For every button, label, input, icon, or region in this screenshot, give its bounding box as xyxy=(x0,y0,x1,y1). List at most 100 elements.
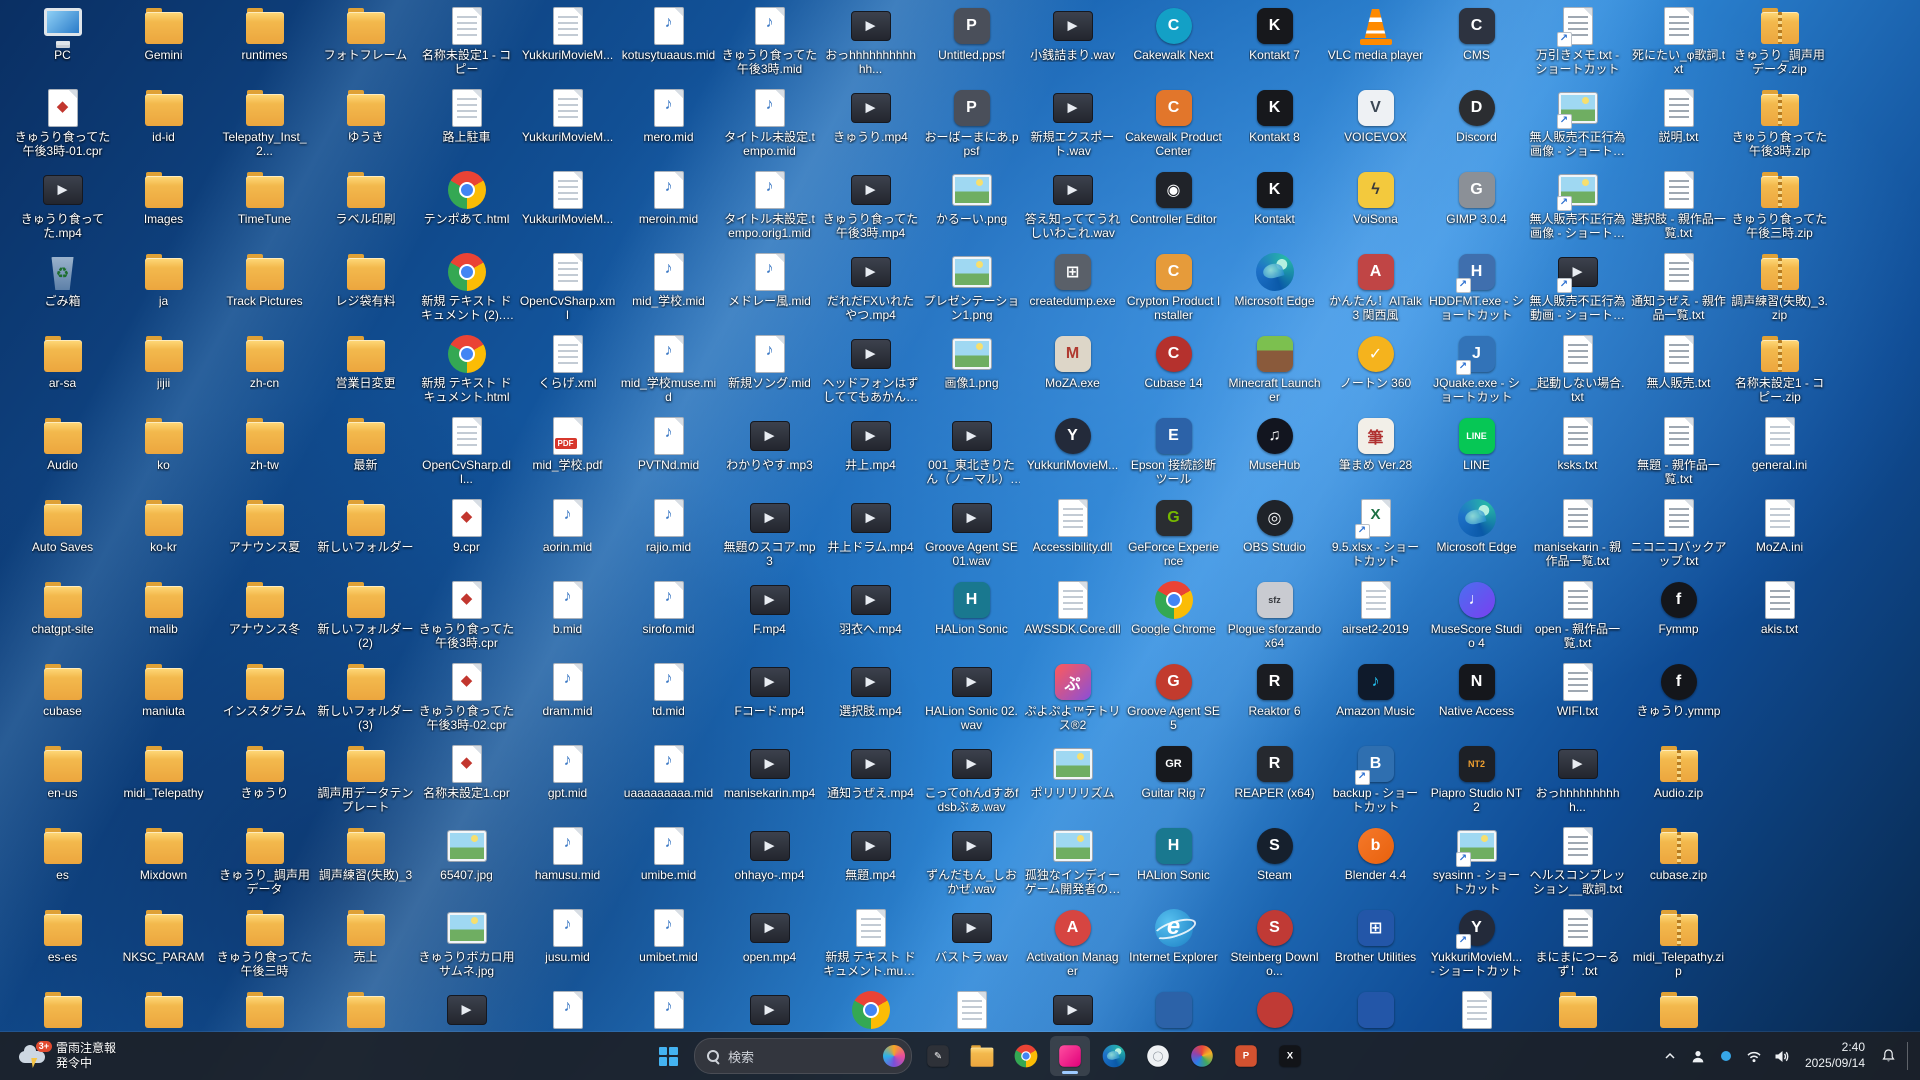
taskbar-app-white-circle-app[interactable]: ◯ xyxy=(1138,1036,1178,1076)
desktop-icon[interactable]: Audio xyxy=(12,414,113,496)
desktop-icon[interactable]: akis.txt xyxy=(1729,578,1830,660)
desktop-icon[interactable]: ko xyxy=(113,414,214,496)
desktop-icon[interactable]: Audio.zip xyxy=(1628,742,1729,824)
desktop-icon[interactable]: 新規ソング.mid xyxy=(719,332,820,414)
desktop-icon[interactable]: open.mp4 xyxy=(719,906,820,988)
desktop-icon[interactable]: ↗無人販売不正行為画像 - ショートカット xyxy=(1527,168,1628,250)
desktop-icon[interactable]: アナウンス夏 xyxy=(214,496,315,578)
desktop-icon[interactable]: Google Chrome xyxy=(1123,578,1224,660)
desktop-icon[interactable]: HHALion Sonic xyxy=(1123,824,1224,906)
desktop-icon[interactable]: open - 親作品一覧.txt xyxy=(1527,578,1628,660)
desktop-icon[interactable]: malib xyxy=(113,578,214,660)
desktop-icon[interactable]: CCubase 14 xyxy=(1123,332,1224,414)
desktop-icon[interactable]: Pおーばーまにあ.ppsf xyxy=(921,86,1022,168)
desktop-icon[interactable]: MoZA.ini xyxy=(1729,496,1830,578)
desktop-icon[interactable]: GGeForce Experience xyxy=(1123,496,1224,578)
desktop-icon[interactable]: ポリリリリズム xyxy=(1022,742,1123,824)
desktop-icon[interactable]: manisekarin.mp4 xyxy=(719,742,820,824)
desktop-icon[interactable]: 答え知っててうれしいわこれ.wav xyxy=(1022,168,1123,250)
desktop-icon[interactable]: Track Pictures xyxy=(214,250,315,332)
desktop-icon[interactable]: きゅうり食ってた午後3時-01.cpr xyxy=(12,86,113,168)
desktop-icon[interactable]: 名称未設定1.cpr xyxy=(416,742,517,824)
desktop-icon[interactable]: レジ袋有料 xyxy=(315,250,416,332)
desktop-icon[interactable]: 9.cpr xyxy=(416,496,517,578)
show-desktop-button[interactable] xyxy=(1907,1042,1914,1070)
desktop-icon[interactable]: es xyxy=(12,824,113,906)
taskbar-app-x-app[interactable]: X xyxy=(1270,1036,1310,1076)
desktop-icon[interactable]: ヘルスコンプレッション__歌詞.txt xyxy=(1527,824,1628,906)
desktop-icon[interactable]: RReaktor 6 xyxy=(1224,660,1325,742)
desktop-icon[interactable]: KKontakt xyxy=(1224,168,1325,250)
desktop-icon[interactable]: Accessibility.dll xyxy=(1022,496,1123,578)
user-tray-icon[interactable] xyxy=(1689,1046,1707,1066)
desktop-icon[interactable]: ↗9.5.xlsx - ショートカット xyxy=(1325,496,1426,578)
desktop-icon[interactable]: 新しいフォルダー (3) xyxy=(315,660,416,742)
desktop-icon[interactable]: 新しいフォルダー (2) xyxy=(315,578,416,660)
desktop-icon[interactable]: 無人販売.txt xyxy=(1628,332,1729,414)
desktop-icon[interactable]: CCMS xyxy=(1426,4,1527,86)
desktop-icon[interactable]: es-es xyxy=(12,906,113,988)
desktop-icon[interactable]: バストラ.wav xyxy=(921,906,1022,988)
desktop-icon[interactable] xyxy=(113,988,214,1032)
desktop-icon[interactable]: en-us xyxy=(12,742,113,824)
desktop-icon[interactable]: KKontakt 7 xyxy=(1224,4,1325,86)
desktop-icon[interactable]: MMoZA.exe xyxy=(1022,332,1123,414)
desktop-icon[interactable]: ko-kr xyxy=(113,496,214,578)
clock[interactable]: 2:40 2025/09/14 xyxy=(1801,1040,1869,1071)
desktop-icon[interactable]: F.mp4 xyxy=(719,578,820,660)
desktop-icon[interactable]: ずんだもん_しおかぜ.wav xyxy=(921,824,1022,906)
desktop-icon[interactable]: ラベル印刷 xyxy=(315,168,416,250)
desktop-icon[interactable]: おっhhhhhhhhhhhh... xyxy=(820,4,921,86)
desktop-icon[interactable] xyxy=(315,988,416,1032)
desktop-icon[interactable]: 無題.mp4 xyxy=(820,824,921,906)
desktop-icon[interactable]: chatgpt-site xyxy=(12,578,113,660)
desktop-icon[interactable]: ニコニコバックアップ.txt xyxy=(1628,496,1729,578)
desktop-icon[interactable]: ↗無人販売不正行為画像 - ショートカッ... xyxy=(1527,86,1628,168)
desktop-icon[interactable]: 新規 テキスト ドキュメント (2).html xyxy=(416,250,517,332)
desktop-icon[interactable]: J↗JQuake.exe - ショートカット xyxy=(1426,332,1527,414)
desktop-icon[interactable]: LINELINE xyxy=(1426,414,1527,496)
desktop-icon[interactable]: rajio.mid xyxy=(618,496,719,578)
desktop-icon[interactable]: きゅうり食ってた午後3時.mid xyxy=(719,4,820,86)
desktop-icon[interactable]: 路上駐車 xyxy=(416,86,517,168)
desktop-icon[interactable]: かるーい.png xyxy=(921,168,1022,250)
desktop-icon[interactable]: ↗万引きメモ.txt - ショートカット xyxy=(1527,4,1628,86)
desktop-icon[interactable]: CCrypton Product Installer xyxy=(1123,250,1224,332)
status-dot-icon[interactable] xyxy=(1717,1046,1735,1066)
desktop-wallpaper[interactable]: { "weather": {"badge": "3+", "line1": "雷… xyxy=(0,0,1920,1080)
desktop-icon[interactable]: CCakewalk Next xyxy=(1123,4,1224,86)
desktop-icon[interactable]: 孤独なインディーゲーム開発者の一生... xyxy=(1022,824,1123,906)
desktop-icon[interactable]: 売上 xyxy=(315,906,416,988)
desktop-icon[interactable]: ◉Controller Editor xyxy=(1123,168,1224,250)
desktop-icon[interactable]: SSteam xyxy=(1224,824,1325,906)
desktop-icon[interactable]: ぷぷよぷよ™テトリス®2 xyxy=(1022,660,1123,742)
taskbar-app-chrome-browser[interactable] xyxy=(1006,1036,1046,1076)
desktop-icon[interactable]: GGIMP 3.0.4 xyxy=(1426,168,1527,250)
desktop-icon[interactable] xyxy=(1123,988,1224,1032)
desktop-icon[interactable]: NNative Access xyxy=(1426,660,1527,742)
desktop-icon[interactable] xyxy=(12,988,113,1032)
desktop-icon[interactable]: アナウンス冬 xyxy=(214,578,315,660)
notifications-bell-icon[interactable] xyxy=(1879,1046,1897,1066)
taskbar-app-edge-browser[interactable] xyxy=(1094,1036,1134,1076)
desktop-icon[interactable]: RREAPER (x64) xyxy=(1224,742,1325,824)
desktop-icon[interactable]: Mixdown xyxy=(113,824,214,906)
desktop-icon[interactable]: id-id xyxy=(113,86,214,168)
desktop-icon[interactable] xyxy=(1527,988,1628,1032)
desktop-icon[interactable]: 井上ドラム.mp4 xyxy=(820,496,921,578)
desktop-icon[interactable]: mid_学校.pdf xyxy=(517,414,618,496)
desktop-icon[interactable]: EEpson 接続診断ツール xyxy=(1123,414,1224,496)
desktop-icon[interactable]: ⊞createdump.exe xyxy=(1022,250,1123,332)
desktop-icon[interactable]: fFymmp xyxy=(1628,578,1729,660)
desktop-icon[interactable]: 無題のスコア.mp3 xyxy=(719,496,820,578)
desktop-icon[interactable]: きゅうり食ってた午後3時.cpr xyxy=(416,578,517,660)
desktop-icon[interactable]: TimeTune xyxy=(214,168,315,250)
desktop-icon[interactable]: uaaaaaaaaa.mid xyxy=(618,742,719,824)
desktop-icon[interactable]: VVOICEVOX xyxy=(1325,86,1426,168)
desktop-icon[interactable]: fきゅうり.ymmp xyxy=(1628,660,1729,742)
desktop-icon[interactable]: Internet Explorer xyxy=(1123,906,1224,988)
wifi-icon[interactable] xyxy=(1745,1046,1763,1066)
desktop-icon[interactable]: きゅうり食ってた午後三時 xyxy=(214,906,315,988)
desktop-icon[interactable]: プレゼンテーション1.png xyxy=(921,250,1022,332)
desktop-icon[interactable] xyxy=(214,988,315,1032)
